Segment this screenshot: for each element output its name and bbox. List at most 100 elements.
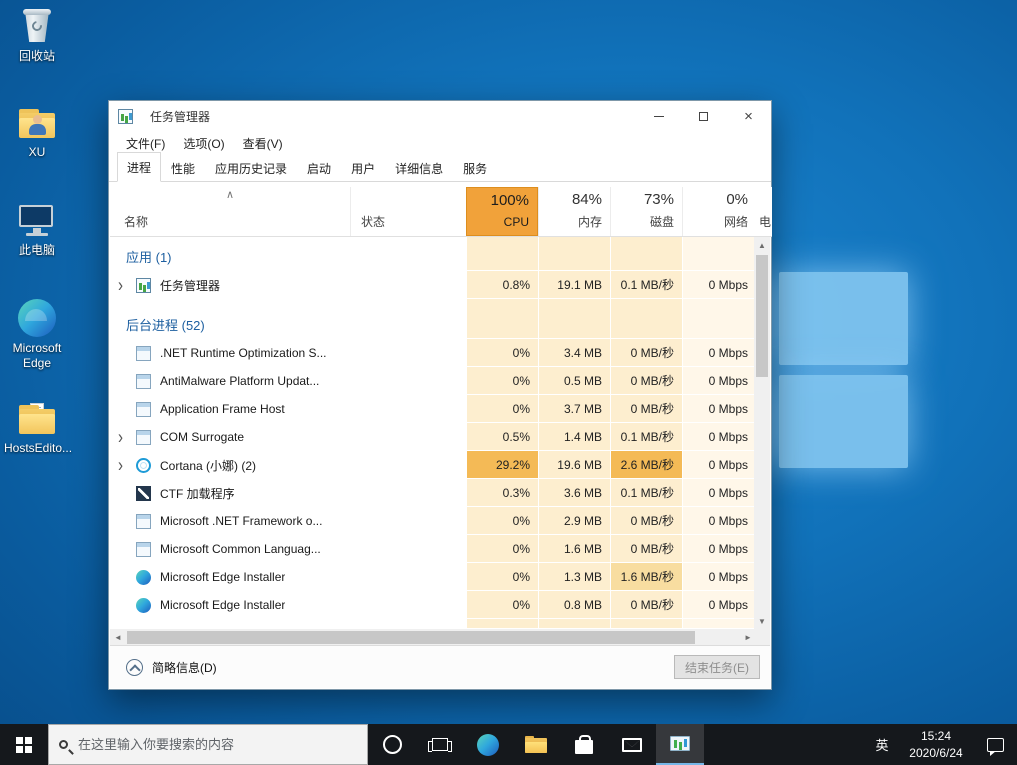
minimize-button[interactable] xyxy=(636,101,681,131)
tab-processes[interactable]: 进程 xyxy=(117,152,161,182)
microsoft-store-button[interactable] xyxy=(560,724,608,765)
table-row[interactable]: ›Microsoft Edge Installer0%1.3 MB1.6 MB/… xyxy=(110,563,756,591)
task-manager-app-icon xyxy=(118,109,133,124)
column-header-network[interactable]: 0% 网络 xyxy=(682,187,756,236)
net-cell: 0 Mbps xyxy=(682,271,756,299)
mem-cell xyxy=(538,237,610,271)
horizontal-scroll-thumb[interactable] xyxy=(127,631,695,644)
net-cell: 0 Mbps xyxy=(682,563,756,591)
table-row[interactable]: ›CTF 加载程序0.3%3.6 MB0.1 MB/秒0 Mbps xyxy=(110,479,756,507)
desktop-icon-label: HostsEdito... xyxy=(4,441,70,456)
column-header-status[interactable]: 状态 xyxy=(350,187,466,236)
mem-cell: 2.9 MB xyxy=(538,507,610,535)
clock[interactable]: 15:24 2020/6/24 xyxy=(899,724,973,765)
status-cell xyxy=(350,535,466,563)
fewer-details-toggle[interactable]: 简略信息(D) xyxy=(152,659,217,676)
horizontal-scrollbar[interactable]: ◄ ► xyxy=(110,629,756,646)
expand-chevron-icon[interactable]: › xyxy=(118,427,136,447)
end-task-button[interactable]: 结束任务(E) xyxy=(674,655,760,679)
cortana-process-icon xyxy=(136,458,151,473)
name-cell: ›Microsoft Common Languag... xyxy=(110,535,350,563)
disk-cell: 0 MB/秒 xyxy=(610,535,682,563)
status-cell xyxy=(350,367,466,395)
task-view-button[interactable] xyxy=(416,724,464,765)
cpu-cell: 0.8% xyxy=(466,271,538,299)
column-header-cpu[interactable]: 100% CPU xyxy=(466,187,538,236)
column-header-memory[interactable]: 84% 内存 xyxy=(538,187,610,236)
desktop-icon-this-pc[interactable]: 此电脑 xyxy=(4,200,70,258)
table-row[interactable]: ›Microsoft .NET Framework o...0%2.9 MB0 … xyxy=(110,507,756,535)
desktop-icon-user-folder[interactable]: XU xyxy=(4,102,70,160)
scroll-left-icon[interactable]: ◄ xyxy=(110,629,126,646)
cortana-button[interactable] xyxy=(368,724,416,765)
net-cell: 0 Mbps xyxy=(682,395,756,423)
group-row[interactable]: 应用 (1) xyxy=(110,237,756,271)
cpu-cell: 0% xyxy=(466,535,538,563)
maximize-button[interactable] xyxy=(681,101,726,131)
maximize-icon xyxy=(699,112,708,121)
column-header-name[interactable]: ∧ 名称 xyxy=(110,187,350,236)
search-input[interactable] xyxy=(78,737,357,752)
menu-view[interactable]: 查看(V) xyxy=(234,131,292,156)
status-cell xyxy=(350,423,466,451)
edge-icon xyxy=(477,734,499,756)
tab-users[interactable]: 用户 xyxy=(341,154,385,182)
table-row[interactable]: ›.NET Runtime Optimization S...0%3.4 MB0… xyxy=(110,339,756,367)
process-table: 应用 (1)›任务管理器0.8%19.1 MB0.1 MB/秒0 Mbps后台进… xyxy=(110,237,756,629)
expand-chevron-icon[interactable]: › xyxy=(118,455,136,475)
table-row[interactable]: ›Microsoft Common Languag...0%1.6 MB0 MB… xyxy=(110,535,756,563)
scroll-down-icon[interactable]: ▼ xyxy=(754,613,770,629)
mem-cell: 0.8 MB xyxy=(538,591,610,619)
scroll-up-icon[interactable]: ▲ xyxy=(754,237,770,253)
language-indicator[interactable]: 英 xyxy=(865,724,899,765)
mail-button[interactable] xyxy=(608,724,656,765)
column-header-partial[interactable]: 电 xyxy=(756,187,772,236)
menu-options[interactable]: 选项(O) xyxy=(174,131,233,156)
tab-app-history[interactable]: 应用历史记录 xyxy=(205,154,297,182)
task-manager-taskbar-button[interactable] xyxy=(656,724,704,765)
table-row[interactable]: ›AntiMalware Platform Updat...0%0.5 MB0 … xyxy=(110,367,756,395)
table-row[interactable]: ›任务管理器0.8%19.1 MB0.1 MB/秒0 Mbps xyxy=(110,271,756,299)
tab-startup[interactable]: 启动 xyxy=(297,154,341,182)
column-header-disk[interactable]: 73% 磁盘 xyxy=(610,187,682,236)
file-explorer-icon xyxy=(525,736,547,753)
process-name: Microsoft .NET Framework o... xyxy=(160,514,322,528)
edge-taskbar-button[interactable] xyxy=(464,724,512,765)
table-row[interactable]: ›Application Frame Host0%3.7 MB0 MB/秒0 M… xyxy=(110,395,756,423)
desktop-icon-recycle-bin[interactable]: 回收站 xyxy=(4,6,70,64)
titlebar[interactable]: 任务管理器 × xyxy=(109,101,771,131)
status-cell xyxy=(350,479,466,507)
wallpaper-pane xyxy=(779,375,908,468)
collapse-details-icon[interactable] xyxy=(126,659,143,676)
desktop-icon-hosts-editor[interactable]: HostsEdito... xyxy=(4,398,70,456)
tab-details[interactable]: 详细信息 xyxy=(385,154,453,182)
group-row[interactable]: 后台进程 (52) xyxy=(110,299,756,339)
desktop-icon-edge[interactable]: Microsoft Edge xyxy=(4,298,70,371)
taskbar: 英 15:24 2020/6/24 xyxy=(0,724,1017,765)
table-row[interactable]: ›COM Surrogate0.5%1.4 MB0.1 MB/秒0 Mbps xyxy=(110,423,756,451)
mem-cell: 19.1 MB xyxy=(538,271,610,299)
window-footer: 简略信息(D) 结束任务(E) xyxy=(110,645,770,688)
tab-performance[interactable]: 性能 xyxy=(161,154,205,182)
vertical-scroll-thumb[interactable] xyxy=(756,255,768,377)
table-row[interactable]: ›Microsoft Edge Installer0%0.8 MB0 MB/秒0… xyxy=(110,591,756,619)
action-center-button[interactable] xyxy=(973,724,1017,765)
mem-cell: 3.4 MB xyxy=(538,339,610,367)
vertical-scrollbar[interactable]: ▲ ▼ xyxy=(754,237,770,629)
close-button[interactable]: × xyxy=(726,101,771,131)
file-explorer-button[interactable] xyxy=(512,724,560,765)
edge-icon xyxy=(14,298,60,338)
this-pc-icon xyxy=(14,200,60,240)
net-cell: 0 Mbps xyxy=(682,367,756,395)
expand-chevron-icon[interactable]: › xyxy=(118,275,136,295)
status-cell xyxy=(350,591,466,619)
taskbar-search[interactable] xyxy=(48,724,368,765)
start-button[interactable] xyxy=(0,724,48,765)
table-row[interactable]: ›Cortana (小娜) (2)29.2%19.6 MB2.6 MB/秒0 M… xyxy=(110,451,756,479)
tab-services[interactable]: 服务 xyxy=(453,154,497,182)
disk-cell xyxy=(610,237,682,271)
net-cell xyxy=(682,299,756,339)
task-manager-window: 任务管理器 × 文件(F) 选项(O) 查看(V) 进程 性能 应用历史记录 启… xyxy=(108,100,772,690)
cortana-icon xyxy=(383,735,402,754)
window-title: 任务管理器 xyxy=(150,108,210,125)
